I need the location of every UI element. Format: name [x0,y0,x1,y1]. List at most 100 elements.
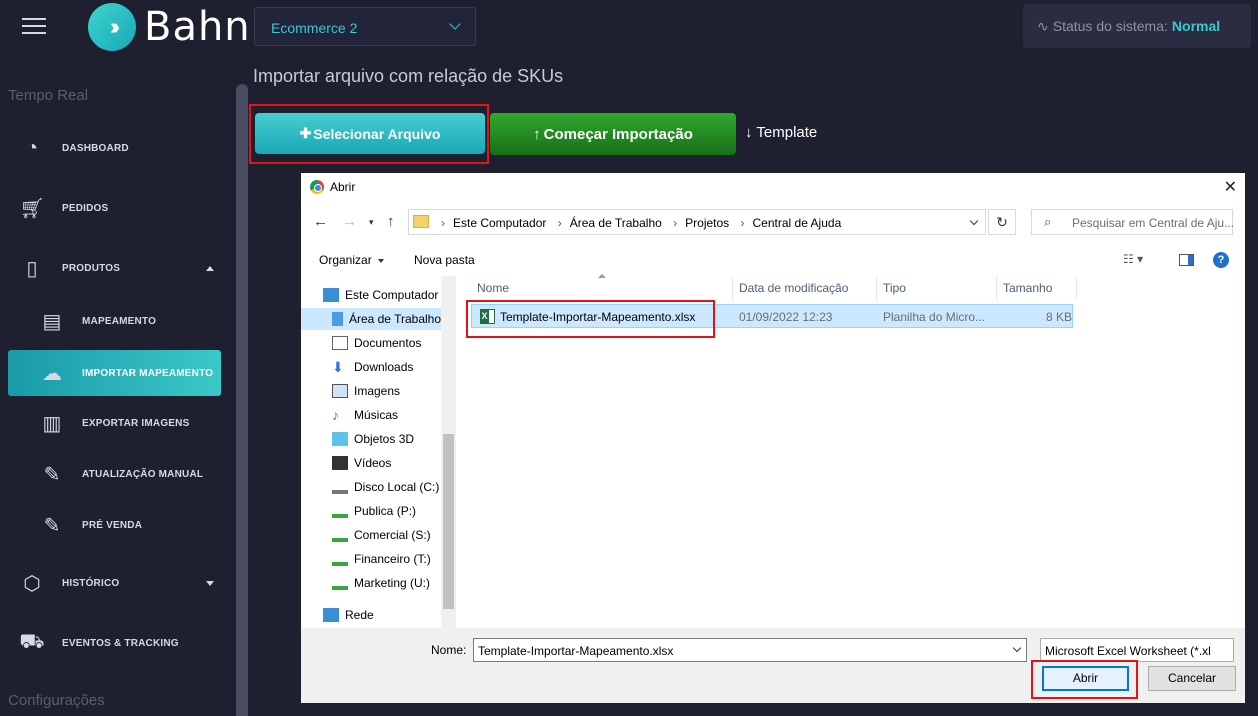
start-import-button[interactable]: ↑ Começar Importação [490,113,736,155]
store-select[interactable]: Ecommerce 2 [254,7,476,46]
tree-item-label: Downloads [354,360,414,374]
chevron-down-icon[interactable] [1012,643,1022,653]
organize-button[interactable]: Organizar [319,253,384,267]
sidebar-item-produtos[interactable]: ▯ PRODUTOS [0,246,230,290]
pencil-icon: ✎ [43,463,61,486]
breadcrumb-separator: › [557,216,562,230]
network-drive-icon [332,528,348,542]
sidebar-item-pedidos[interactable]: 🛒︎ PEDIDOS [0,186,230,230]
tree-item-label: Imagens [354,384,401,398]
network-drive-icon [332,576,348,590]
tree-item-publica[interactable]: Publica (P:) [332,500,416,522]
tree-item-financeiro[interactable]: Financeiro (T:) [332,548,431,570]
breadcrumb-item[interactable]: Área de Trabalho [570,216,662,230]
sidebar-item-mapeamento[interactable]: ▤ MAPEAMENTO [0,299,230,343]
file-name-input[interactable]: Template-Importar-Mapeamento.xlsx [473,638,1027,662]
column-header-date[interactable]: Data de modificação [733,276,877,300]
tree-item-downloads[interactable]: ⬇ Downloads [332,356,413,378]
sidebar: ››› Bahn Tempo Real ◔ DASHBOARD 🛒︎ PEDID… [0,0,251,716]
computer-icon [323,288,339,302]
help-icon[interactable]: ? [1213,252,1229,268]
tree-item-disco-local[interactable]: Disco Local (C:) [332,476,439,498]
sidebar-item-importar-mapeamento[interactable]: ☁ IMPORTAR MAPEAMENTO [8,350,221,396]
sidebar-scrollbar[interactable] [236,84,248,716]
menu-icon[interactable] [22,18,46,38]
navigation-tree: Este Computador Área de Trabalho Documen… [301,276,457,628]
preview-pane-icon[interactable] [1179,254,1194,266]
new-folder-button[interactable]: Nova pasta [414,253,475,267]
dialog-navbar: ← → ▾ ↑ › Este Computador › Área de Trabal… [301,206,1245,238]
recent-locations-icon[interactable]: ▾ [369,217,374,228]
breadcrumb-item[interactable]: Central de Ajuda [753,216,842,230]
breadcrumb-item[interactable]: Este Computador [453,216,546,230]
tree-item-label: Rede [345,608,374,622]
start-import-label: Começar Importação [543,125,693,143]
documents-icon [332,336,348,350]
close-icon[interactable]: ✕ [1224,177,1237,197]
tree-item-musicas[interactable]: ♪ Músicas [332,404,398,426]
sidebar-item-historico[interactable]: ⬡ HISTÓRICO [0,561,230,605]
sidebar-item-label: DASHBOARD [62,142,129,154]
highlight-open-button [1031,660,1138,699]
search-icon: ⌕ [1044,214,1052,229]
tree-scrollbar[interactable] [441,276,456,628]
cloud-upload-icon: ☁ [42,362,62,385]
sidebar-item-atualizacao-manual[interactable]: ✎ ATUALIZAÇÃO MANUAL [0,452,230,496]
column-header-name[interactable]: Nome [471,276,733,300]
tree-item-area-de-trabalho[interactable]: Área de Trabalho [301,308,441,330]
tree-item-label: Área de Trabalho [348,312,441,326]
music-icon: ♪ [332,407,339,423]
sidebar-item-exportar-imagens[interactable]: ▥ EXPORTAR IMAGENS [0,401,230,445]
desktop-icon [332,312,343,326]
status-label: Status do sistema: [1052,18,1168,34]
tree-item-label: Financeiro (T:) [354,552,431,566]
tree-item-documentos[interactable]: Documentos [332,332,421,354]
plus-icon: ✚ [299,125,312,141]
tree-item-este-computador[interactable]: Este Computador [323,284,443,306]
search-input[interactable]: ⌕ Pesquisar em Central de Aju... [1031,209,1234,235]
chrome-icon [310,180,324,194]
tree-item-imagens[interactable]: Imagens [332,380,400,402]
column-header-size[interactable]: Tamanho [997,276,1077,300]
sidebar-item-eventos-tracking[interactable]: ⛟ EVENTOS & TRACKING [0,621,230,665]
sidebar-item-label: MAPEAMENTO [82,315,157,327]
tree-item-label: Este Computador [345,288,439,302]
chevron-down-icon[interactable] [969,216,979,226]
address-bar[interactable]: › Este Computador › Área de Trabalho › Proj… [408,209,986,235]
up-arrow-icon[interactable]: ↑ [387,213,395,230]
sidebar-item-dashboard[interactable]: ◔ DASHBOARD [0,126,230,170]
tree-item-label: Documentos [354,336,422,350]
tree-item-marketing[interactable]: Marketing (U:) [332,572,430,594]
forward-arrow-icon[interactable]: → [342,213,357,230]
tree-item-objetos-3d[interactable]: Objetos 3D [332,428,414,450]
sidebar-item-label: ATUALIZAÇÃO MANUAL [82,468,204,480]
building-icon: ▥ [42,412,62,435]
sidebar-item-label: IMPORTAR MAPEAMENTO [82,367,214,379]
section-title-config: Configurações [8,692,105,709]
logo-text: Bahn [144,4,251,50]
status-value: Normal [1171,18,1221,34]
tree-item-rede[interactable]: Rede [323,604,374,626]
cancel-button[interactable]: Cancelar [1148,666,1236,691]
template-download-link[interactable]: ↓ Template [745,124,817,141]
sidebar-item-label: EXPORTAR IMAGENS [82,417,190,429]
system-status: ∿ Status do sistema: Normal [1023,4,1251,48]
select-file-button[interactable]: ✚ Selecionar Arquivo [255,113,485,154]
page-title: Importar arquivo com relação de SKUs [253,66,564,86]
tree-item-comercial[interactable]: Comercial (S:) [332,524,431,546]
sidebar-item-label: EVENTOS & TRACKING [62,637,179,649]
view-options-icon[interactable]: ☷ ▾ [1123,252,1143,266]
column-header-type[interactable]: Tipo [877,276,997,300]
file-type-select[interactable]: Microsoft Excel Worksheet (*.xl [1040,638,1234,662]
back-arrow-icon[interactable]: ← [313,213,328,230]
refresh-icon[interactable]: ↻ [988,209,1016,235]
chevron-down-icon [449,18,461,30]
scrollbar-thumb[interactable] [443,434,454,609]
breadcrumb-item[interactable]: Projetos [685,216,729,230]
tree-item-videos[interactable]: Vídeos [332,452,391,474]
pencil-icon: ✎ [43,514,61,537]
arrow-down-icon: ↓ [745,124,753,141]
file-type: Planilha do Micro... [883,310,986,324]
sidebar-item-pre-venda[interactable]: ✎ PRÉ VENDA [0,503,230,547]
drive-icon [332,480,348,494]
